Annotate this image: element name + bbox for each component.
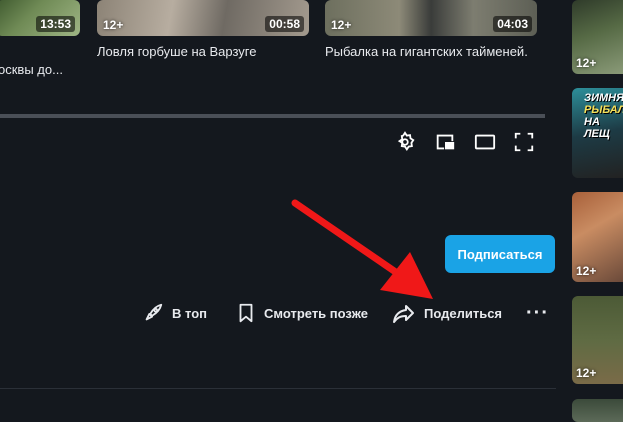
more-dots-icon: ··· — [526, 302, 549, 324]
video-title-3[interactable]: Рыбалка на гигантских тайменей. — [325, 44, 528, 59]
thumbnail-overlay-text: ЗИМНЯ РЫБАЛ НА ЛЕЩ — [584, 92, 623, 140]
side-video-thumbnail-1[interactable]: 12+ — [572, 0, 623, 74]
video-thumbnail-2[interactable]: 12+ 00:58 — [97, 0, 309, 36]
video-duration: 00:58 — [265, 16, 304, 32]
age-rating-badge: 12+ — [576, 264, 597, 278]
video-duration: 13:53 — [36, 16, 75, 32]
bookmark-icon — [239, 303, 253, 323]
rocket-icon — [145, 303, 163, 321]
side-video-thumbnail-2[interactable]: ЗИМНЯ РЫБАЛ НА ЛЕЩ — [572, 88, 623, 178]
video-title-2[interactable]: Ловля горбуше на Варзуге — [97, 44, 256, 59]
red-arrow-annotation — [291, 199, 433, 299]
top-button-label: В топ — [172, 305, 207, 321]
more-options-button[interactable]: ··· — [526, 302, 549, 325]
video-duration: 04:03 — [493, 16, 532, 32]
age-rating-badge: 12+ — [576, 56, 597, 70]
subscribe-button[interactable]: Подписаться — [445, 235, 555, 273]
section-divider — [0, 388, 556, 389]
age-rating-badge: 12+ — [576, 366, 597, 380]
fullscreen-icon[interactable] — [513, 131, 535, 153]
side-video-thumbnail-4[interactable]: 12+ — [572, 296, 623, 384]
side-video-thumbnail-3[interactable]: 12+ — [572, 192, 623, 282]
player-progress-bar[interactable] — [0, 114, 545, 118]
miniplayer-icon[interactable] — [434, 131, 456, 153]
theater-mode-icon[interactable] — [474, 131, 496, 153]
settings-icon[interactable] — [394, 131, 416, 153]
video-thumbnail-3[interactable]: 12+ 04:03 — [325, 0, 537, 36]
video-title-1[interactable]: осквы до... — [0, 62, 63, 77]
video-thumbnail-1[interactable]: 13:53 — [0, 0, 80, 36]
age-rating-badge: 12+ — [103, 18, 124, 32]
top-button[interactable]: В топ — [142, 302, 207, 324]
side-video-thumbnail-5[interactable] — [572, 399, 623, 422]
age-rating-badge: 12+ — [331, 18, 352, 32]
